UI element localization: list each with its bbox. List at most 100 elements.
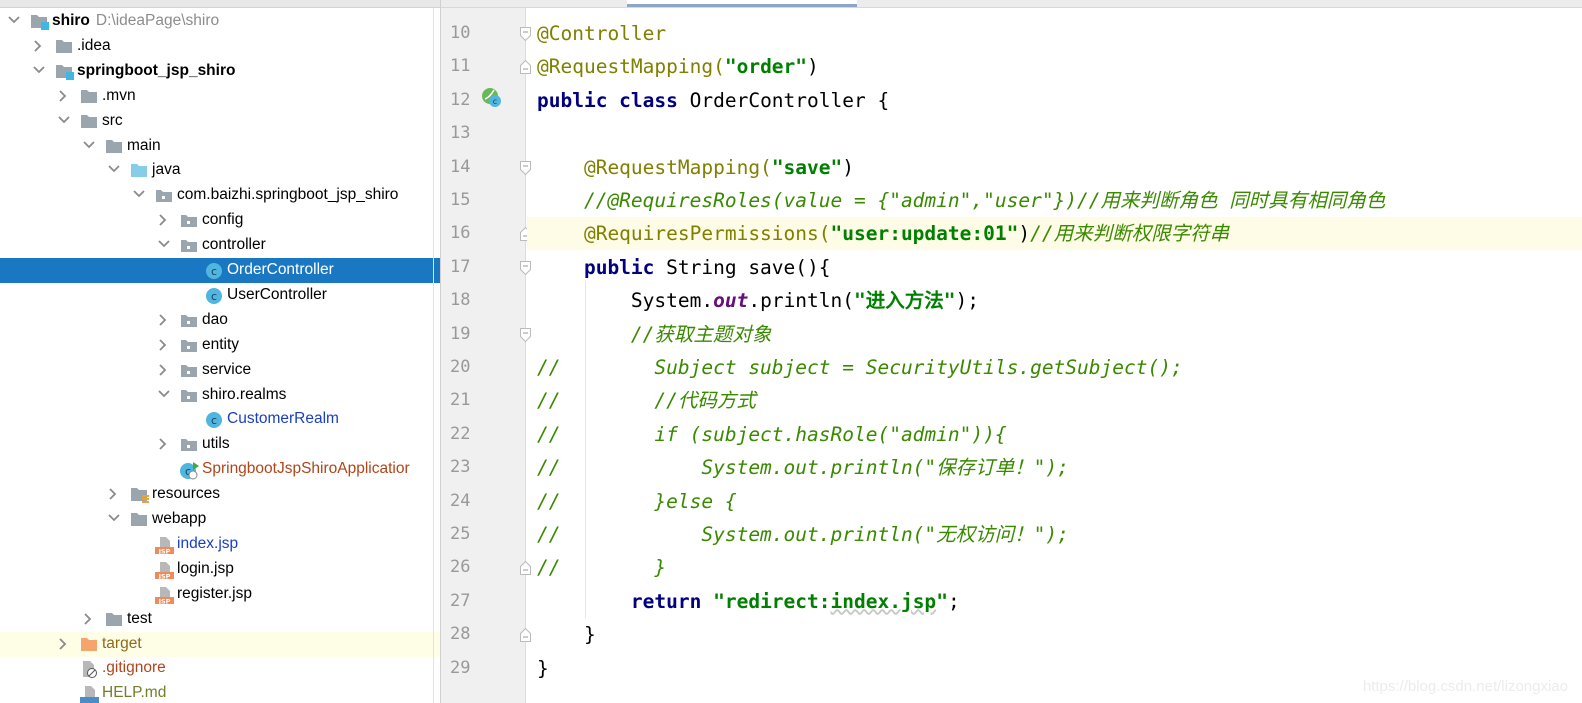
chevron-down-icon[interactable] [8, 15, 20, 25]
tree-item-name: OrderController [227, 261, 334, 278]
tree-item[interactable]: shiro D:\ideaPage\shiro [0, 9, 440, 34]
code-line[interactable]: @RequiresPermissions("user:update:01")//… [527, 217, 1582, 251]
folder-icon [105, 611, 123, 627]
tree-item[interactable]: src [0, 109, 440, 134]
tree-scrollbar[interactable] [433, 8, 434, 703]
chevron-right-icon[interactable] [33, 40, 43, 52]
code-line[interactable]: // } [527, 551, 1582, 584]
chevron-right-icon[interactable] [158, 363, 168, 376]
line-number: 22 [450, 423, 471, 444]
watermark: https://blog.csdn.net/lizongxiao [1362, 678, 1568, 695]
code-line[interactable]: // if (subject.hasRole("admin")){ [527, 418, 1582, 451]
tree-item[interactable]: target [0, 631, 440, 657]
package-icon [180, 212, 198, 228]
code-line[interactable]: } [527, 618, 1582, 651]
tree-item[interactable]: JSP index.jsp [0, 532, 440, 557]
code-line[interactable]: // System.out.println("保存订单！"); [527, 451, 1582, 484]
code-line[interactable]: // }else { [527, 485, 1582, 518]
line-number: 14 [450, 156, 471, 177]
jsp-file-icon: JSP [155, 561, 174, 580]
tree-item-name: shiro [52, 12, 90, 29]
code-line[interactable]: // System.out.println("无权访问！"); [527, 518, 1582, 551]
tree-item[interactable]: test [0, 607, 440, 632]
spring-bean-icon[interactable]: c [481, 87, 503, 109]
tree-item[interactable]: JSP register.jsp [0, 582, 440, 607]
tree-item[interactable]: c SpringbootJspShiroApplicatior [0, 457, 440, 482]
tree-item[interactable]: dao [0, 308, 440, 333]
code-line[interactable]: System.out.println("进入方法"); [527, 284, 1582, 317]
chevron-right-icon[interactable] [158, 438, 168, 450]
chevron-right-icon[interactable] [158, 339, 168, 351]
tree-item[interactable]: c OrderController [0, 258, 440, 283]
tree-item[interactable]: controller [0, 233, 440, 258]
code-line[interactable]: return "redirect:index.jsp"; [527, 585, 1582, 618]
chevron-right-icon[interactable] [158, 214, 168, 226]
tree-item-name: .gitignore [102, 659, 166, 677]
code-line[interactable]: // Subject subject = SecurityUtils.getSu… [527, 351, 1582, 384]
package-icon [180, 237, 198, 253]
tree-item-label: index.jsp [177, 535, 238, 553]
chevron-right-icon[interactable] [158, 314, 168, 326]
tree-item-label: config [202, 211, 243, 229]
svg-text:JSP: JSP [158, 572, 171, 580]
tree-item[interactable]: .idea [0, 34, 440, 59]
code-token: return [537, 589, 714, 613]
tree-item-name: dao [202, 310, 228, 328]
chevron-down-icon[interactable] [108, 513, 120, 523]
tree-item-name: src [102, 111, 123, 129]
code-line[interactable]: //@RequiresRoles(value = {"admin","user"… [527, 184, 1582, 217]
line-number: 11 [450, 56, 471, 77]
line-number: 25 [450, 524, 471, 544]
tree-item[interactable]: service [0, 358, 440, 383]
tree-item[interactable]: c CustomerRealm [0, 407, 440, 432]
code-token: // //代码方式 [537, 389, 756, 413]
package-icon [180, 337, 198, 353]
tree-item[interactable]: main [0, 134, 440, 159]
code-token: @RequestMapping( [537, 155, 772, 179]
code-line[interactable]: public class OrderController { [527, 84, 1582, 117]
tab-order-controller[interactable] [627, 0, 857, 7]
tree-item[interactable]: springboot_jsp_shiro [0, 59, 440, 84]
code-line[interactable] [527, 117, 1582, 150]
chevron-down-icon[interactable] [33, 65, 45, 75]
chevron-down-icon[interactable] [108, 164, 120, 174]
tree-item[interactable]: .gitignore [0, 656, 440, 681]
tree-item[interactable]: resources [0, 482, 440, 507]
tree-item-label: webapp [152, 510, 206, 528]
code-editor[interactable]: 10 11 12 c 13 14 15 16 17 18 19 20 21 22 23 24 25 26 27 28 2… [441, 0, 1582, 703]
chevron-down-icon[interactable] [83, 140, 95, 150]
code-line[interactable]: public String save(){ [527, 251, 1582, 284]
chevron-right-icon[interactable] [108, 488, 118, 500]
tree-item[interactable]: config [0, 208, 440, 233]
svg-text:c: c [211, 290, 217, 303]
tree-item[interactable]: webapp [0, 507, 440, 532]
chevron-right-icon[interactable] [58, 90, 68, 102]
line-number: 16 [450, 223, 471, 244]
chevron-right-icon[interactable] [83, 612, 93, 625]
chevron-right-icon[interactable] [58, 637, 68, 650]
module-folder-icon [55, 63, 74, 80]
tree-item[interactable]: shiro.realms [0, 383, 440, 408]
chevron-down-icon[interactable] [158, 389, 170, 399]
line-number: 23 [450, 457, 471, 478]
tree-item[interactable]: utils [0, 432, 440, 457]
project-panel-header [0, 0, 440, 8]
code-token: } [537, 656, 549, 680]
code-line[interactable]: @RequestMapping("order") [527, 50, 1582, 83]
tree-item[interactable]: java [0, 158, 440, 183]
tree-item[interactable]: .mvn [0, 84, 440, 109]
chevron-down-icon[interactable] [58, 115, 70, 125]
line-number: 27 [450, 590, 471, 611]
tree-item[interactable]: HELP.md [0, 681, 440, 703]
tree-item-label: shiro D:\ideaPage\shiro [52, 12, 219, 30]
tree-item[interactable]: com.baizhi.springboot_jsp_shiro [0, 183, 440, 208]
code-line[interactable]: // //代码方式 [527, 384, 1582, 417]
code-line[interactable]: @RequestMapping("save") [527, 151, 1582, 184]
code-line[interactable]: @Controller [527, 17, 1582, 50]
code-line[interactable]: //获取主题对象 [527, 318, 1582, 351]
tree-item[interactable]: entity [0, 333, 440, 358]
tree-item[interactable]: JSP login.jsp [0, 557, 440, 582]
tree-item[interactable]: c UserController [0, 283, 440, 308]
chevron-down-icon[interactable] [158, 239, 170, 249]
chevron-down-icon[interactable] [133, 189, 145, 199]
